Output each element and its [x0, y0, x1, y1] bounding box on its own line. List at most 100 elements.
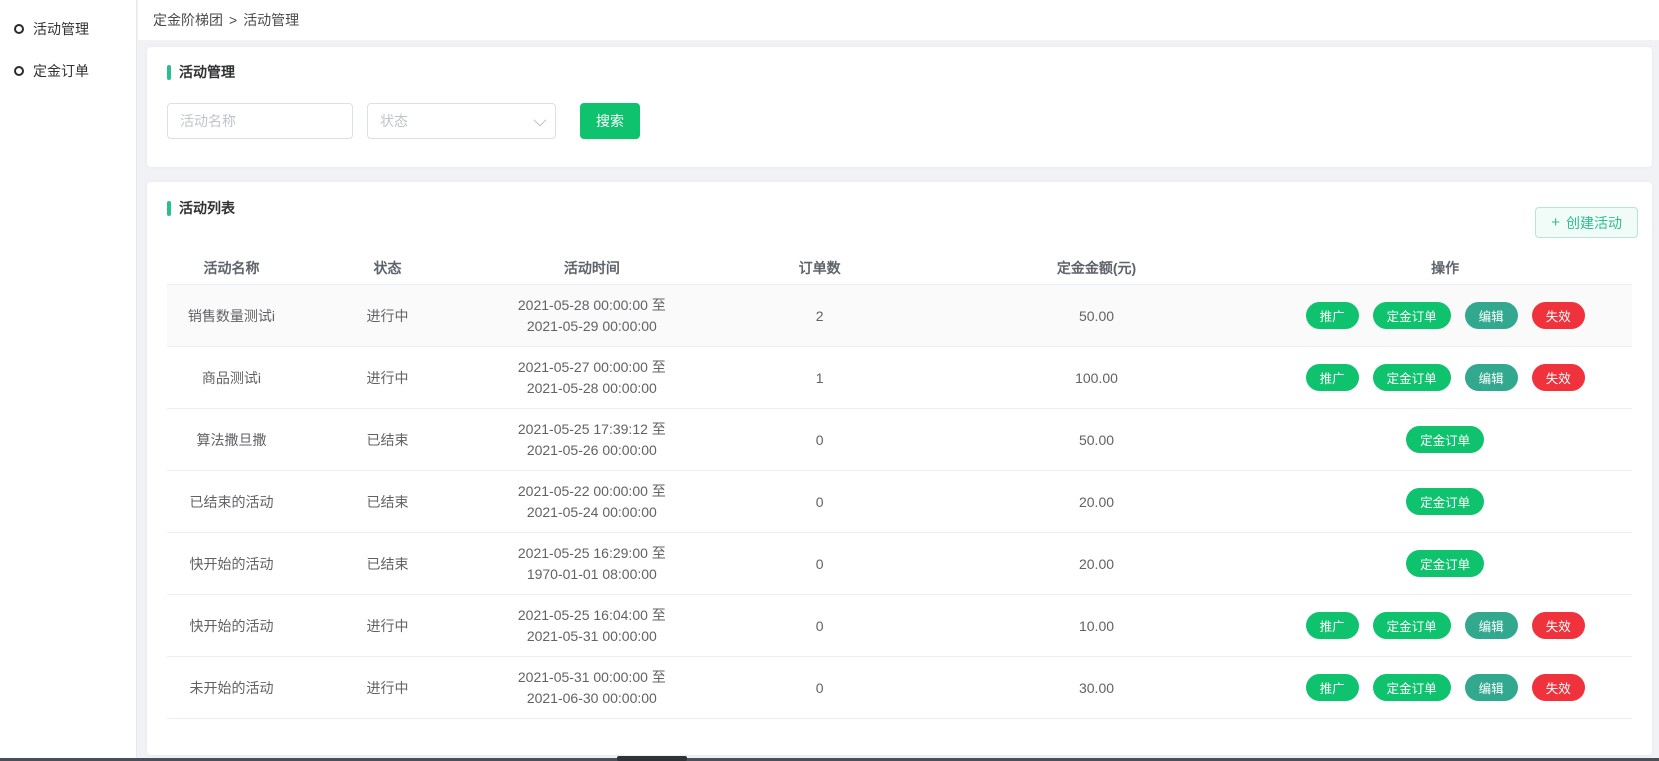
- time-end: 2021-05-28 00:00:00: [479, 378, 705, 399]
- time-start: 2021-05-27 00:00:00 至: [479, 357, 705, 378]
- activity-name-cell: 商品测试i: [167, 368, 296, 388]
- table-row: 已结束的活动已结束2021-05-22 00:00:00 至2021-05-24…: [167, 471, 1632, 533]
- activity-table: 活动名称状态活动时间订单数定金金额(元)操作 销售数量测试i进行中2021-05…: [167, 251, 1632, 719]
- column-header: 状态: [296, 258, 479, 278]
- search-panel: 活动管理 状态 搜索: [147, 47, 1652, 167]
- deposit-orders-button[interactable]: 定金订单: [1406, 426, 1484, 453]
- search-button[interactable]: 搜索: [580, 103, 640, 139]
- breadcrumb-separator: >: [229, 12, 237, 28]
- time-end: 2021-05-26 00:00:00: [479, 440, 705, 461]
- status-cell: 进行中: [296, 368, 479, 388]
- table-header-row: 活动名称状态活动时间订单数定金金额(元)操作: [167, 251, 1632, 285]
- sidebar: 活动管理 定金订单: [0, 0, 137, 758]
- order-count-cell: 0: [705, 494, 935, 510]
- breadcrumb: 定金阶梯团 > 活动管理: [138, 0, 1659, 40]
- deposit-orders-button[interactable]: 定金订单: [1373, 364, 1451, 391]
- list-panel-title: 活动列表: [167, 198, 235, 218]
- time-end: 2021-05-31 00:00:00: [479, 626, 705, 647]
- title-bar-accent: [167, 65, 171, 80]
- table-row: 未开始的活动进行中2021-05-31 00:00:00 至2021-06-30…: [167, 657, 1632, 719]
- create-activity-label: 创建活动: [1566, 213, 1622, 233]
- edit-button[interactable]: 编辑: [1465, 612, 1518, 639]
- time-start: 2021-05-25 16:29:00 至: [479, 543, 705, 564]
- actions-cell: 定金订单: [1258, 550, 1632, 577]
- status-cell: 进行中: [296, 678, 479, 698]
- order-count-cell: 0: [705, 556, 935, 572]
- status-cell: 已结束: [296, 554, 479, 574]
- deposit-amount-cell: 20.00: [935, 494, 1259, 510]
- deposit-amount-cell: 10.00: [935, 618, 1259, 634]
- actions-cell: 推广定金订单编辑失效: [1258, 302, 1632, 329]
- status-cell: 进行中: [296, 616, 479, 636]
- activity-time-cell: 2021-05-25 17:39:12 至2021-05-26 00:00:00: [479, 419, 705, 461]
- edit-button[interactable]: 编辑: [1465, 674, 1518, 701]
- activity-name-cell: 未开始的活动: [167, 678, 296, 698]
- activity-name-input[interactable]: [167, 103, 353, 139]
- invalidate-button[interactable]: 失效: [1532, 612, 1585, 639]
- title-bar-accent: [167, 201, 171, 216]
- time-end: 1970-01-01 08:00:00: [479, 564, 705, 585]
- invalidate-button[interactable]: 失效: [1532, 302, 1585, 329]
- plus-icon: +: [1551, 215, 1560, 230]
- deposit-amount-cell: 20.00: [935, 556, 1259, 572]
- column-header: 活动名称: [167, 258, 296, 278]
- promote-button[interactable]: 推广: [1306, 302, 1359, 329]
- activity-time-cell: 2021-05-27 00:00:00 至2021-05-28 00:00:00: [479, 357, 705, 399]
- breadcrumb-parent[interactable]: 定金阶梯团: [153, 10, 223, 30]
- activity-time-cell: 2021-05-25 16:04:00 至2021-05-31 00:00:00: [479, 605, 705, 647]
- table-body: 销售数量测试i进行中2021-05-28 00:00:00 至2021-05-2…: [167, 285, 1632, 719]
- actions-cell: 定金订单: [1258, 426, 1632, 453]
- time-start: 2021-05-25 17:39:12 至: [479, 419, 705, 440]
- edit-button[interactable]: 编辑: [1465, 364, 1518, 391]
- status-select-placeholder: 状态: [380, 111, 408, 131]
- order-count-cell: 0: [705, 680, 935, 696]
- edit-button[interactable]: 编辑: [1465, 302, 1518, 329]
- table-row: 销售数量测试i进行中2021-05-28 00:00:00 至2021-05-2…: [167, 285, 1632, 347]
- sidebar-item-deposit-orders[interactable]: 定金订单: [0, 50, 136, 92]
- table-row: 快开始的活动进行中2021-05-25 16:04:00 至2021-05-31…: [167, 595, 1632, 657]
- create-activity-button[interactable]: + 创建活动: [1535, 207, 1638, 238]
- actions-cell: 推广定金订单编辑失效: [1258, 674, 1632, 701]
- main-content: 定金阶梯团 > 活动管理 活动管理 状态 搜索 活动列表: [138, 0, 1659, 761]
- deposit-orders-button[interactable]: 定金订单: [1406, 550, 1484, 577]
- deposit-orders-button[interactable]: 定金订单: [1373, 674, 1451, 701]
- panel-title-text: 活动管理: [179, 62, 235, 82]
- promote-button[interactable]: 推广: [1306, 674, 1359, 701]
- order-count-cell: 0: [705, 432, 935, 448]
- table-row: 算法撒旦撒已结束2021-05-25 17:39:12 至2021-05-26 …: [167, 409, 1632, 471]
- activity-list-panel: 活动列表 + 创建活动 活动名称状态活动时间订单数定金金额(元)操作 销售数量测…: [147, 182, 1652, 755]
- activity-name-cell: 快开始的活动: [167, 616, 296, 636]
- column-header: 操作: [1258, 258, 1632, 278]
- table-row: 快开始的活动已结束2021-05-25 16:29:00 至1970-01-01…: [167, 533, 1632, 595]
- circle-icon: [14, 24, 24, 34]
- status-select[interactable]: 状态: [367, 103, 556, 139]
- column-header: 定金金额(元): [935, 258, 1259, 278]
- order-count-cell: 0: [705, 618, 935, 634]
- deposit-orders-button[interactable]: 定金订单: [1373, 612, 1451, 639]
- activity-name-cell: 快开始的活动: [167, 554, 296, 574]
- invalidate-button[interactable]: 失效: [1532, 674, 1585, 701]
- panel-title-text: 活动列表: [179, 198, 235, 218]
- deposit-orders-button[interactable]: 定金订单: [1373, 302, 1451, 329]
- sidebar-item-label: 活动管理: [33, 19, 89, 39]
- list-panel-header: 活动列表 + 创建活动: [167, 198, 1632, 238]
- activity-time-cell: 2021-05-22 00:00:00 至2021-05-24 00:00:00: [479, 481, 705, 523]
- actions-cell: 定金订单: [1258, 488, 1632, 515]
- promote-button[interactable]: 推广: [1306, 364, 1359, 391]
- promote-button[interactable]: 推广: [1306, 612, 1359, 639]
- deposit-amount-cell: 50.00: [935, 308, 1259, 324]
- sidebar-item-activity-management[interactable]: 活动管理: [0, 8, 136, 50]
- order-count-cell: 1: [705, 370, 935, 386]
- chevron-down-icon: [534, 113, 547, 126]
- horizontal-scrollbar-thumb[interactable]: [617, 756, 687, 761]
- activity-name-cell: 销售数量测试i: [167, 306, 296, 326]
- time-start: 2021-05-22 00:00:00 至: [479, 481, 705, 502]
- invalidate-button[interactable]: 失效: [1532, 364, 1585, 391]
- actions-cell: 推广定金订单编辑失效: [1258, 612, 1632, 639]
- search-panel-title: 活动管理: [167, 62, 1632, 82]
- deposit-orders-button[interactable]: 定金订单: [1406, 488, 1484, 515]
- circle-icon: [14, 66, 24, 76]
- activity-time-cell: 2021-05-25 16:29:00 至1970-01-01 08:00:00: [479, 543, 705, 585]
- search-form: 状态 搜索: [167, 103, 1632, 139]
- deposit-amount-cell: 30.00: [935, 680, 1259, 696]
